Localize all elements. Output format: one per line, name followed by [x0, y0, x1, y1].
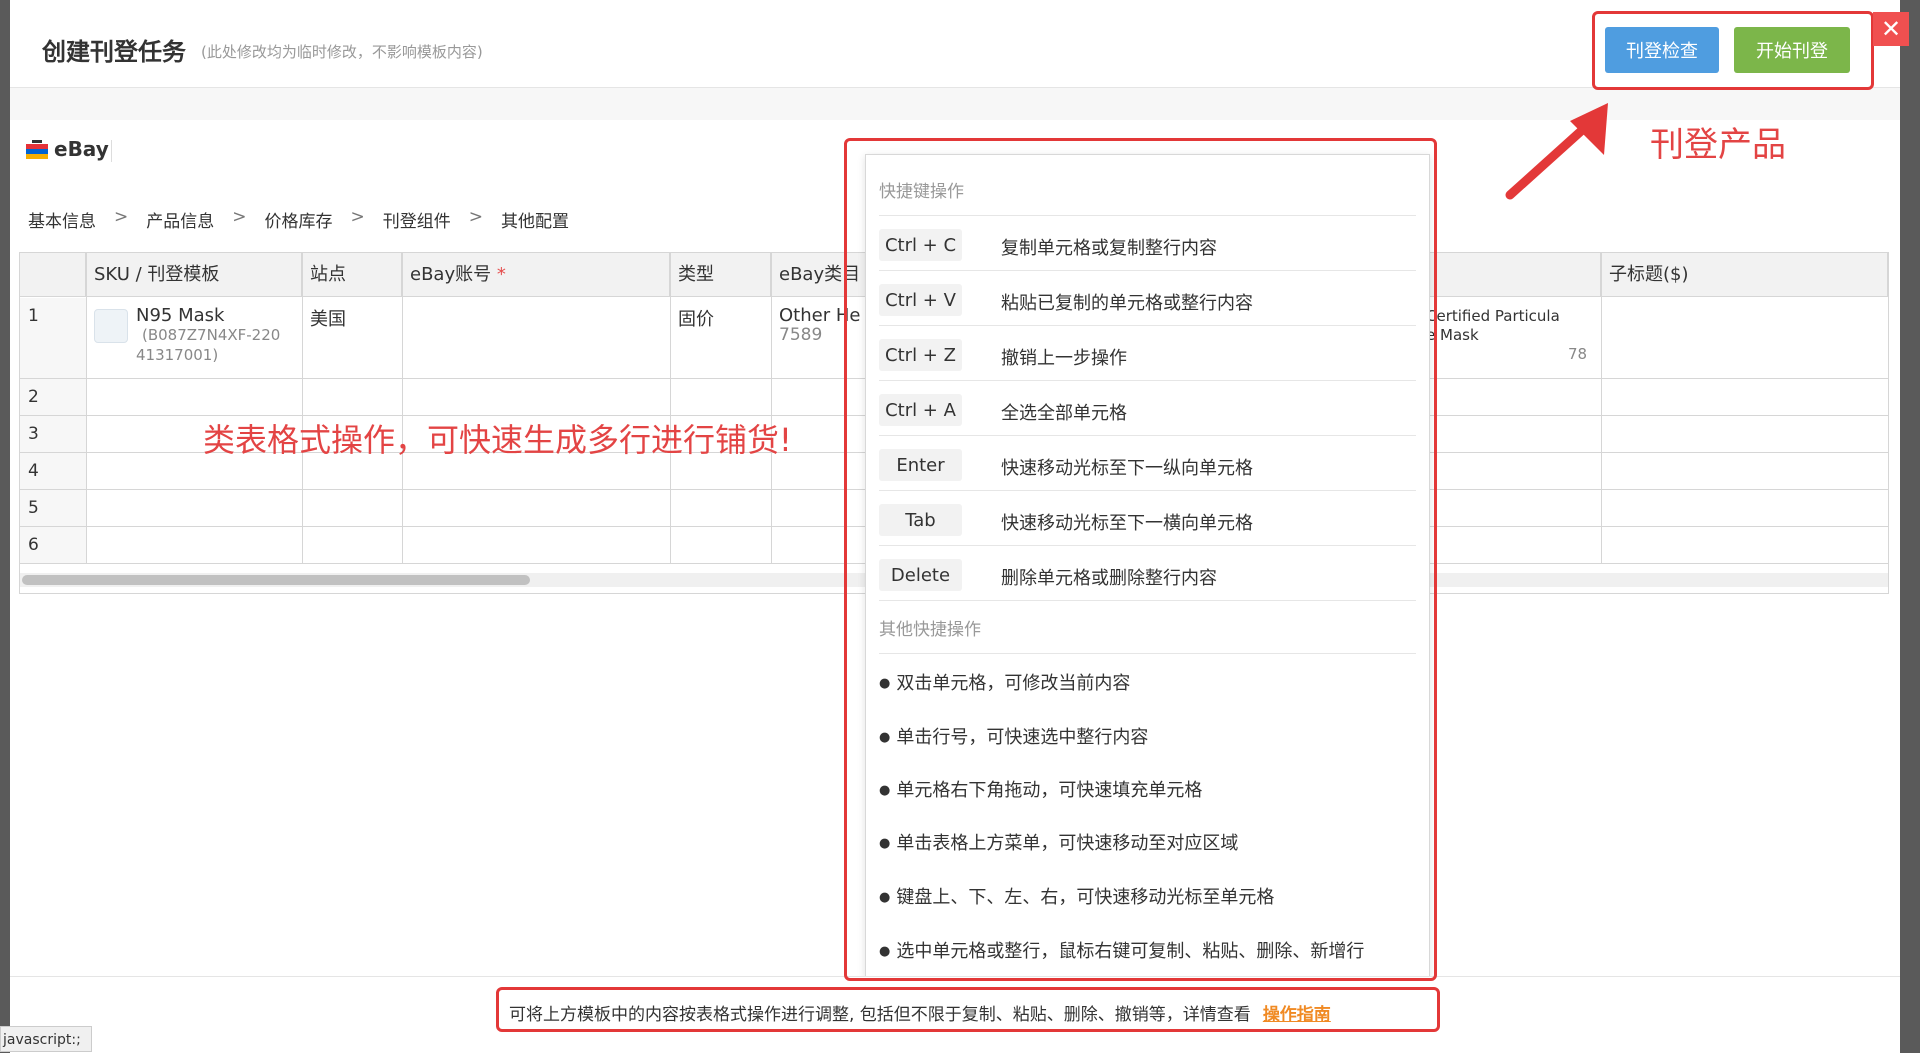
grid-line	[771, 253, 772, 563]
row-number[interactable]: 1	[20, 298, 86, 378]
modal-title: 创建刊登任务	[42, 38, 186, 66]
breadcrumb-separator: >	[232, 207, 247, 227]
type-cell[interactable]: 固价	[678, 305, 714, 331]
title-cell[interactable]: Certified Particula	[1426, 307, 1560, 325]
grid-line	[670, 253, 671, 563]
annotation-box	[844, 138, 1437, 981]
col-header-ebay-account[interactable]: eBay账号 *	[402, 253, 670, 297]
row-number[interactable]: 3	[20, 416, 86, 452]
browser-status-bar: javascript:;	[0, 1026, 92, 1052]
create-listing-modal: 创建刊登任务 (此处修改均为临时修改，不影响模板内容) 刊登检查 开始刊登 eB…	[10, 0, 1900, 1053]
scrollbar-thumb[interactable]	[22, 575, 530, 585]
sku-code: (B087Z7N4XF-220	[142, 326, 281, 344]
close-icon[interactable]: ✕	[1873, 12, 1909, 46]
sku-name[interactable]: N95 Mask	[136, 305, 224, 326]
breadcrumb-listing-components[interactable]: 刊登组件	[383, 207, 451, 232]
platform-name: eBay	[54, 137, 109, 161]
col-header-sku[interactable]: SKU / 刊登模板	[86, 253, 302, 297]
publish-annotation: 刊登产品	[1650, 125, 1786, 165]
grid-line	[86, 253, 87, 563]
annotation-arrow	[1505, 103, 1608, 200]
annotation-box	[1592, 11, 1874, 90]
ebay-logo: eBay	[26, 137, 109, 161]
sku-code: 41317001)	[136, 346, 219, 364]
grid-line	[302, 253, 303, 563]
col-header-site[interactable]: 站点	[302, 253, 402, 297]
breadcrumb-price-stock[interactable]: 价格库存	[265, 207, 333, 232]
product-thumbnail	[94, 309, 128, 343]
row-number[interactable]: 5	[20, 490, 86, 526]
required-mark: *	[496, 264, 506, 285]
breadcrumb: 基本信息 > 产品信息 > 价格库存 > 刊登组件 > 其他配置	[28, 207, 587, 232]
table-ops-annotation: 类表格式操作，可快速生成多行进行铺货!	[203, 421, 792, 459]
row-number[interactable]: 4	[20, 453, 86, 489]
breadcrumb-product-info[interactable]: 产品信息	[146, 207, 214, 232]
grid-line	[1601, 253, 1602, 563]
breadcrumb-separator: >	[350, 207, 365, 227]
row-number[interactable]: 6	[20, 527, 86, 563]
corner-header[interactable]	[20, 253, 86, 297]
title-char-count: 78	[1568, 345, 1588, 363]
breadcrumb-basic-info[interactable]: 基本信息	[28, 207, 96, 232]
annotation-box	[496, 987, 1440, 1032]
modal-subtitle: (此处修改均为临时修改，不影响模板内容)	[201, 43, 483, 61]
breadcrumb-separator: >	[468, 207, 483, 227]
grid-line	[402, 253, 403, 563]
site-cell[interactable]: 美国	[310, 305, 346, 331]
breadcrumb-separator: >	[114, 207, 129, 227]
breadcrumb-other-config[interactable]: 其他配置	[501, 207, 569, 232]
divider	[111, 140, 112, 162]
col-header-subtitle[interactable]: 子标题($)	[1601, 253, 1888, 297]
col-header-type[interactable]: 类型	[670, 253, 771, 297]
col-header-ebay-account-label: eBay账号	[410, 264, 492, 285]
category-id: 7589	[779, 325, 823, 345]
shopping-bag-icon	[26, 138, 48, 160]
row-number[interactable]: 2	[20, 379, 86, 415]
